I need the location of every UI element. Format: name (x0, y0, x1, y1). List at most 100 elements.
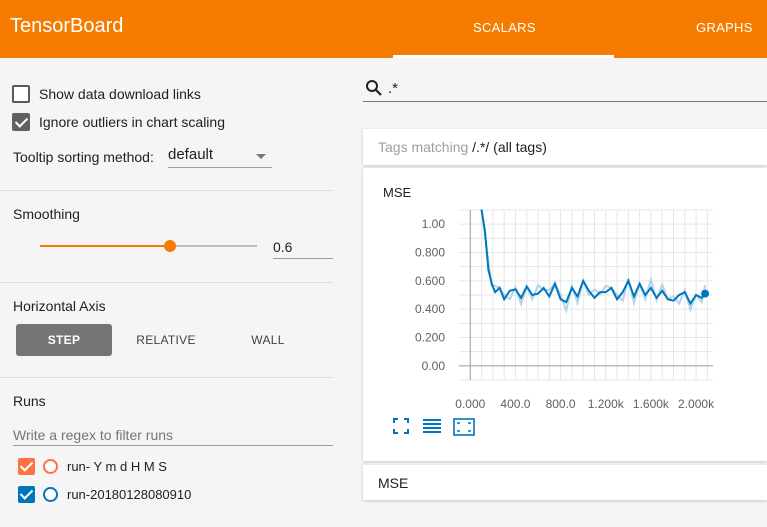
app-title: TensorBoard (10, 15, 124, 37)
data-point (621, 291, 624, 293)
x-tick-label: 1.600k (633, 397, 670, 411)
series-end-marker (701, 289, 710, 298)
data-point (503, 298, 505, 301)
run-radio-2[interactable] (43, 487, 58, 502)
tags-prefix: Tags matching (378, 139, 473, 155)
select-underline (168, 167, 272, 168)
run-checkbox-2[interactable] (18, 486, 35, 503)
data-point (616, 298, 618, 301)
data-point (494, 291, 496, 293)
search-input[interactable]: .* (388, 80, 398, 97)
axis-wall-button[interactable]: WALL (220, 324, 316, 356)
mse-line-chart[interactable]: 1.00 0.800 0.600 0.400 0.200 0.00 0.000 400.0 80… (403, 202, 723, 414)
search-underline (363, 101, 767, 102)
data-point (588, 289, 590, 292)
smoothing-value[interactable]: 0.6 (273, 239, 292, 255)
tooltip-sorting-value: default (168, 146, 214, 163)
active-tab-indicator (393, 55, 614, 58)
divider (0, 282, 333, 283)
data-point (531, 294, 534, 296)
x-tick-label: 400.0 (500, 397, 530, 411)
run-filter-input[interactable]: Write a regex to filter runs (13, 427, 173, 443)
axis-step-button[interactable]: STEP (16, 324, 112, 356)
data-point (672, 299, 675, 302)
slider-knob[interactable] (164, 240, 177, 252)
data-point (509, 289, 511, 292)
data-point (627, 280, 630, 282)
ignore-outliers-checkbox[interactable] (12, 113, 30, 131)
data-point (661, 289, 663, 292)
run-checkbox-1[interactable] (18, 458, 35, 475)
sidebar: Show data download links Ignore outliers… (0, 58, 333, 527)
y-tick-label: 0.600 (415, 274, 445, 288)
y-tick-label: 0.00 (422, 359, 446, 373)
run-filter-underline (13, 445, 333, 446)
ignore-outliers-label: Ignore outliers in chart scaling (39, 114, 225, 130)
data-point (610, 287, 613, 289)
data-point (678, 294, 680, 296)
x-tick-label: 800.0 (546, 397, 576, 411)
data-point (559, 298, 562, 301)
data-point (548, 295, 551, 298)
data-point (520, 297, 522, 299)
data-point (593, 297, 596, 299)
tags-header-text: Tags matching /.*/ (all tags) (378, 139, 547, 155)
data-point (655, 297, 658, 299)
data-point (498, 287, 501, 289)
run-label-2: run-20180128080910 (67, 487, 192, 502)
data-point (638, 282, 641, 285)
mse-group-header[interactable]: MSE (363, 465, 767, 500)
data-point (644, 294, 647, 296)
show-download-links-checkbox[interactable] (12, 85, 30, 103)
tags-suffix: (all tags) (489, 139, 547, 155)
search-icon (366, 80, 382, 96)
data-point (700, 297, 703, 299)
tags-regex: /.*/ (472, 139, 490, 155)
run-label-1: run- Y m d H M S (67, 459, 167, 474)
y-tick-label: 0.200 (415, 331, 445, 345)
y-tick-label: 0.800 (415, 246, 445, 260)
data-point (650, 287, 652, 289)
runs-label: Runs (13, 393, 46, 409)
y-tick-label: 1.00 (422, 217, 446, 231)
data-point (582, 280, 584, 282)
data-point (576, 295, 579, 298)
data-point (484, 230, 486, 233)
data-point (487, 268, 490, 271)
data-point (514, 288, 517, 291)
axis-relative-button[interactable]: RELATIVE (118, 324, 214, 356)
chart-card: MSE 1.00 0.800 0.600 0.400 0.200 0.00 0.000 400… (363, 168, 767, 461)
data-table-icon[interactable] (422, 418, 442, 434)
show-download-links-label: Show data download links (39, 86, 201, 102)
horizontal-axis-label: Horizontal Axis (13, 298, 106, 314)
fullscreen-icon[interactable] (393, 418, 409, 434)
smoothing-slider[interactable] (40, 240, 257, 252)
data-point (554, 282, 556, 285)
tab-graphs[interactable]: GRAPHS (696, 20, 753, 35)
tab-scalars[interactable]: SCALARS (473, 20, 536, 35)
data-point (667, 298, 669, 301)
data-point (695, 294, 697, 296)
tooltip-sorting-label: Tooltip sorting method: (13, 149, 154, 165)
chart-title: MSE (383, 185, 412, 200)
x-tick-label: 2.000k (678, 397, 715, 411)
smoothing-label: Smoothing (13, 206, 80, 222)
divider (0, 377, 333, 378)
tags-header-card[interactable]: Tags matching /.*/ (all tags) (363, 129, 767, 165)
data-point (599, 291, 601, 293)
divider (0, 190, 333, 191)
data-point (537, 292, 539, 295)
y-tick-label: 0.400 (415, 302, 445, 316)
data-point (633, 295, 635, 298)
chevron-down-icon (256, 154, 266, 159)
smoothing-value-underline (273, 258, 333, 259)
data-point (542, 287, 545, 289)
data-point (490, 282, 493, 285)
data-point (604, 291, 607, 293)
data-point (689, 302, 692, 305)
run-radio-1[interactable] (43, 459, 58, 474)
fit-domain-icon[interactable] (453, 418, 475, 436)
slider-fill (40, 245, 171, 247)
x-tick-label: 1.200k (588, 397, 625, 411)
data-point (683, 291, 686, 293)
